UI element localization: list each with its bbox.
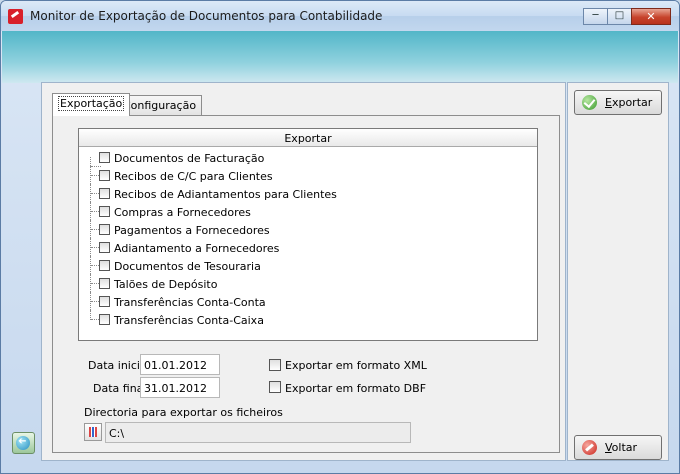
export-button-label: xportar [611, 96, 653, 109]
directory-input[interactable]: C:\ [105, 422, 411, 443]
list-item-label: Talões de Depósito [114, 278, 218, 291]
check-icon [582, 95, 597, 110]
back-button-accesskey: V [605, 441, 612, 454]
minimize-icon: ─ [592, 10, 599, 21]
list-item-label: Pagamentos a Fornecedores [114, 224, 270, 237]
maximize-icon: □ [614, 10, 625, 21]
xml-checkbox[interactable] [269, 359, 281, 371]
list-item-label: Recibos de Adiantamentos para Clientes [114, 188, 337, 201]
list-item-checkbox[interactable] [99, 152, 110, 163]
directory-label: Directoria para exportar os ficheiros [84, 406, 283, 419]
list-item-label: Adiantamento a Fornecedores [114, 242, 280, 255]
xml-checkbox-label: Exportar em formato XML [285, 359, 427, 372]
dbf-checkbox[interactable] [269, 381, 281, 393]
list-item-label: Recibos de C/C para Clientes [114, 170, 273, 183]
browse-folder-button[interactable] [84, 423, 102, 441]
tab-exportacao-label: Exportação [58, 96, 125, 111]
navigate-back-button[interactable] [12, 432, 35, 454]
window-title: Monitor de Exportação de Documentos para… [30, 9, 383, 23]
end-date-label: Data final [93, 382, 147, 395]
list-item-label: Documentos de Facturação [114, 152, 265, 165]
export-button[interactable]: Exportar [574, 90, 662, 115]
list-item[interactable]: Adiantamento a Fornecedores [79, 238, 537, 256]
list-item-checkbox[interactable] [99, 224, 110, 235]
export-list-header: Exportar [79, 129, 537, 147]
back-button-label: oltar [611, 441, 638, 454]
header-banner [2, 31, 678, 83]
export-items: Documentos de Facturação Recibos de C/C p… [79, 147, 537, 328]
list-item-checkbox[interactable] [99, 206, 110, 217]
close-button[interactable]: ✕ [631, 8, 671, 25]
maximize-button[interactable]: □ [607, 8, 632, 25]
list-item-label: Compras a Fornecedores [114, 206, 251, 219]
cancel-icon [582, 440, 597, 455]
side-panel [567, 82, 669, 461]
list-item-label: Transferências Conta-Caixa [114, 314, 264, 327]
list-item-checkbox[interactable] [99, 170, 110, 181]
list-item-checkbox[interactable] [99, 188, 110, 199]
list-item[interactable]: Transferências Conta-Caixa [79, 310, 537, 328]
list-item-checkbox[interactable] [99, 260, 110, 271]
list-item-label: Documentos de Tesouraria [114, 260, 261, 273]
end-date-input[interactable]: 31.01.2012 [140, 377, 220, 398]
main-window: Monitor de Exportação de Documentos para… [0, 0, 680, 474]
list-item[interactable]: Talões de Depósito [79, 274, 537, 292]
title-bar[interactable]: Monitor de Exportação de Documentos para… [1, 1, 679, 31]
minimize-button[interactable]: ─ [583, 8, 608, 25]
app-logo-icon [8, 9, 23, 24]
export-list: Exportar Documentos de Facturação Recibos… [78, 128, 538, 341]
tab-exportacao[interactable]: Exportação [52, 93, 131, 116]
list-item[interactable]: Pagamentos a Fornecedores [79, 220, 537, 238]
list-item[interactable]: Documentos de Facturação [79, 148, 537, 167]
start-date-input[interactable]: 01.01.2012 [140, 354, 220, 375]
list-item-checkbox[interactable] [99, 242, 110, 253]
window-controls: ─ □ ✕ [583, 8, 671, 25]
back-button[interactable]: Voltar [574, 435, 662, 460]
list-item[interactable]: Compras a Fornecedores [79, 202, 537, 220]
list-item-checkbox[interactable] [99, 314, 110, 325]
list-item[interactable]: Recibos de Adiantamentos para Clientes [79, 184, 537, 202]
list-item[interactable]: Transferências Conta-Conta [79, 292, 537, 310]
list-item-checkbox[interactable] [99, 296, 110, 307]
tab-configuracao-label: Configuração [123, 99, 197, 112]
list-item-label: Transferências Conta-Conta [114, 296, 266, 309]
list-item-checkbox[interactable] [99, 278, 110, 289]
list-item[interactable]: Recibos de C/C para Clientes [79, 166, 537, 184]
list-item[interactable]: Documentos de Tesouraria [79, 256, 537, 274]
export-button-accesskey: E [605, 96, 612, 109]
close-icon: ✕ [646, 10, 656, 23]
dbf-checkbox-label: Exportar em formato DBF [285, 382, 427, 395]
